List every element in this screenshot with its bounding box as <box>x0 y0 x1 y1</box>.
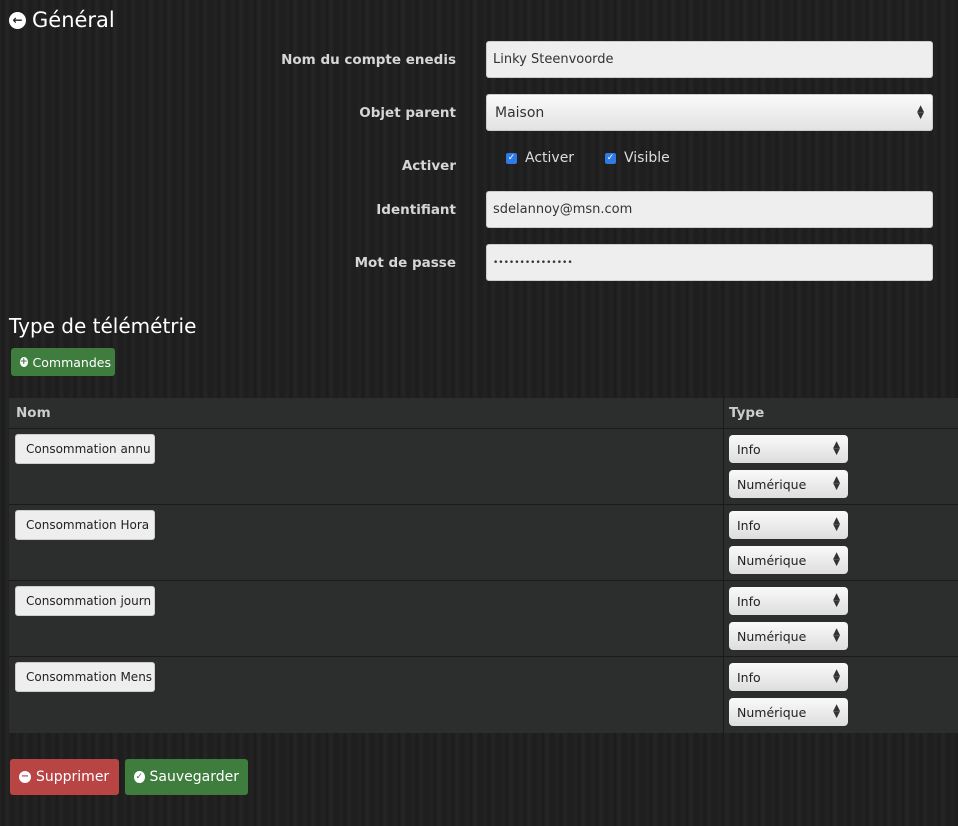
column-header-type: Type <box>729 405 765 421</box>
type-select[interactable]: Info ▲ ▼ <box>729 511 848 539</box>
table-row: Consommation Hora Info ▲ ▼ Numérique ▲ ▼ <box>9 504 958 580</box>
table-row: Consommation journ Info ▲ ▼ Numérique ▲ ▼ <box>9 580 958 656</box>
type-select[interactable]: Info ▲ ▼ <box>729 435 848 463</box>
section-title: Type de télémétrie <box>9 314 197 338</box>
select-arrows-icon: ▲ ▼ <box>833 475 840 492</box>
page-title[interactable]: ← Général <box>9 8 115 32</box>
check-circle-icon: ✓ <box>134 771 145 783</box>
select-arrows-icon: ▲ ▼ <box>833 516 840 533</box>
select-arrows-icon: ▲ ▼ <box>833 551 840 568</box>
delete-button[interactable]: − Supprimer <box>10 759 119 795</box>
checkmark-icon: ✓ <box>605 152 616 164</box>
column-header-name: Nom <box>16 405 51 421</box>
command-name-input[interactable]: Consommation Hora <box>15 510 155 540</box>
type-select[interactable]: Info ▲ ▼ <box>729 663 848 691</box>
select-arrows-icon: ▲ ▼ <box>833 627 840 644</box>
login-label: Identifiant <box>376 202 456 218</box>
select-arrows-icon: ▲ ▼ <box>917 103 924 121</box>
commands-table: Nom Type Consommation annu Info ▲ ▼ Numéri… <box>9 398 958 733</box>
subtype-select[interactable]: Numérique ▲ ▼ <box>729 622 848 650</box>
table-row: Consommation annu Info ▲ ▼ Numérique ▲ ▼ <box>9 428 958 504</box>
password-label: Mot de passe <box>354 255 456 271</box>
command-name-input[interactable]: Consommation annu <box>15 434 155 464</box>
password-input[interactable]: ••••••••••••••• <box>486 244 933 281</box>
parent-label: Objet parent <box>359 105 456 121</box>
plus-circle-icon: + <box>20 356 28 367</box>
activer-checkbox[interactable]: ✓ Activer <box>506 150 574 166</box>
arrow-circle-left-icon[interactable]: ← <box>9 11 26 29</box>
activate-label: Activer <box>401 158 456 174</box>
visible-checkbox[interactable]: ✓ Visible <box>605 150 670 166</box>
select-arrows-icon: ▲ ▼ <box>833 703 840 720</box>
command-name-input[interactable]: Consommation journ <box>15 586 155 616</box>
login-input[interactable]: sdelannoy@msn.com <box>486 191 933 228</box>
subtype-select[interactable]: Numérique ▲ ▼ <box>729 470 848 498</box>
account-name-label: Nom du compte enedis <box>281 52 456 68</box>
add-commands-button[interactable]: + Commandes <box>11 348 115 376</box>
select-arrows-icon: ▲ ▼ <box>833 668 840 685</box>
subtype-select[interactable]: Numérique ▲ ▼ <box>729 698 848 726</box>
subtype-select[interactable]: Numérique ▲ ▼ <box>729 546 848 574</box>
command-name-input[interactable]: Consommation Mens <box>15 662 155 692</box>
select-arrows-icon: ▲ ▼ <box>833 440 840 457</box>
account-name-input[interactable]: Linky Steenvoorde <box>486 41 933 78</box>
parent-value: Maison <box>495 104 545 121</box>
type-select[interactable]: Info ▲ ▼ <box>729 587 848 615</box>
checkmark-icon: ✓ <box>506 152 517 164</box>
save-button[interactable]: ✓ Sauvegarder <box>125 759 248 795</box>
table-row: Consommation Mens Info ▲ ▼ Numérique ▲ ▼ <box>9 656 958 732</box>
minus-circle-icon: − <box>19 771 31 783</box>
select-arrows-icon: ▲ ▼ <box>833 592 840 609</box>
parent-select[interactable]: Maison ▲ ▼ <box>486 94 933 131</box>
